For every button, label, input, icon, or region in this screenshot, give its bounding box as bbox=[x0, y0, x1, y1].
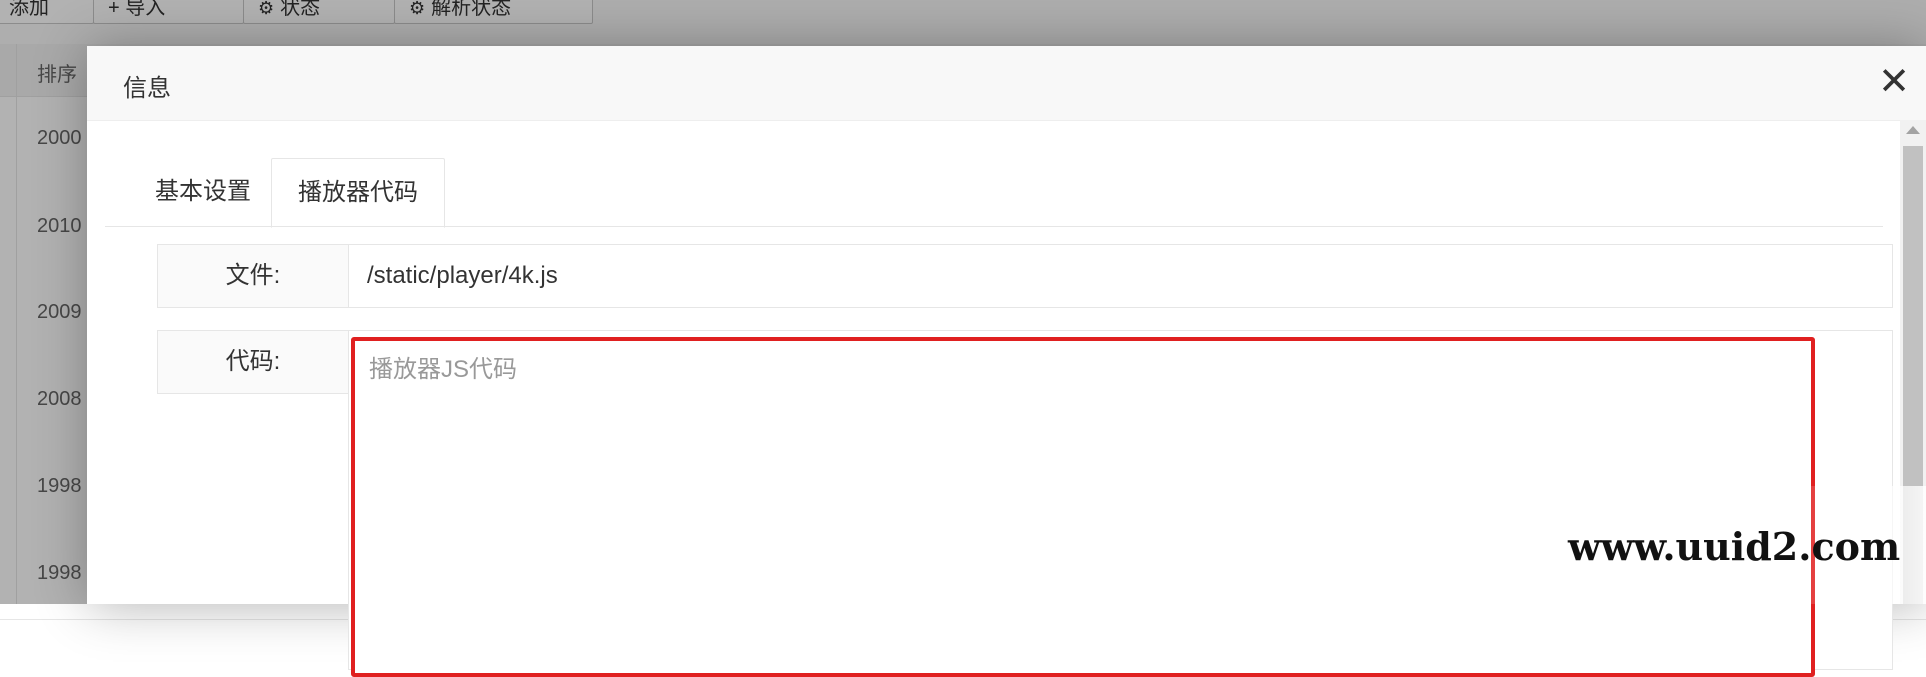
file-path-input[interactable] bbox=[348, 244, 1893, 308]
scroll-up-icon[interactable] bbox=[1906, 126, 1920, 134]
tab-label: 播放器代码 bbox=[298, 179, 418, 206]
tab-divider bbox=[105, 226, 1883, 227]
player-code-textarea[interactable] bbox=[351, 337, 1815, 677]
watermark-text: www.uuid2.com bbox=[1568, 524, 1901, 569]
file-label: 文件: bbox=[157, 244, 349, 308]
close-icon[interactable]: ✕ bbox=[1875, 63, 1913, 102]
info-dialog: 信息 ✕ 基本设置 播放器代码 文件: 代码: bbox=[87, 46, 1926, 677]
dialog-title: 信息 bbox=[123, 75, 171, 102]
code-field-frame bbox=[348, 330, 1893, 677]
dialog-header: 信息 ✕ bbox=[87, 46, 1926, 121]
tab-label: 基本设置 bbox=[155, 178, 251, 205]
tab-player-code[interactable]: 播放器代码 bbox=[271, 158, 445, 228]
tab-basic-settings[interactable]: 基本设置 bbox=[123, 158, 283, 226]
code-label: 代码: bbox=[157, 330, 349, 394]
